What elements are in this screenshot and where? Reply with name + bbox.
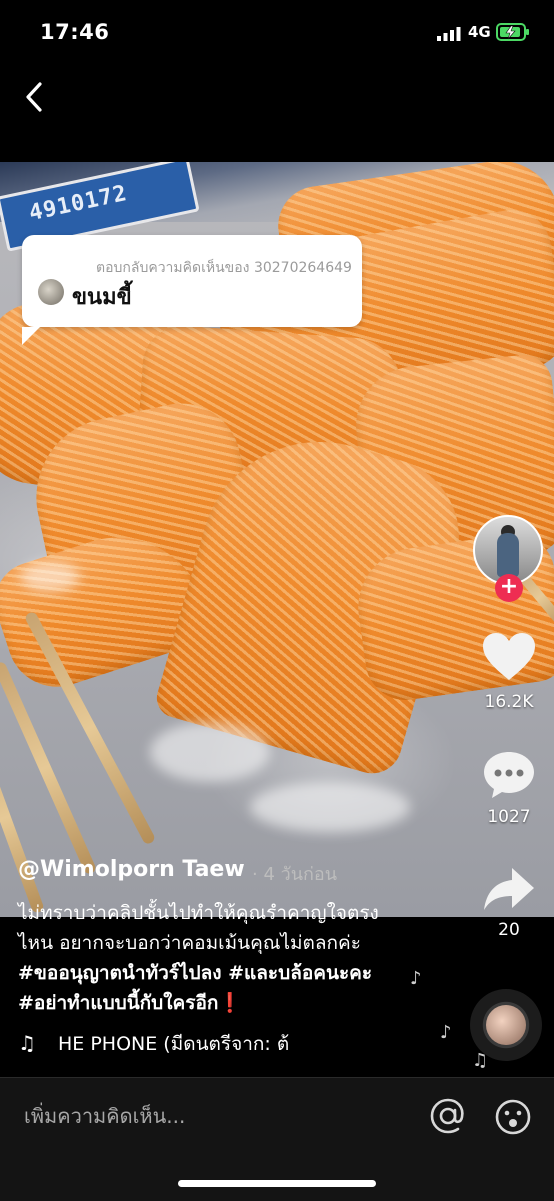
back-button[interactable] [20,80,50,114]
emoji-icon[interactable] [494,1098,532,1136]
home-indicator [178,1180,376,1187]
reply-comment-bubble[interactable]: ตอบกลับความคิดเห็นของ 30270264649 ขนมขี้ [22,235,362,345]
music-disc[interactable] [470,989,542,1061]
commenter-avatar [38,279,64,305]
status-bar: 17:46 4G [0,0,554,64]
floating-note-icon: ♪ [440,1022,452,1043]
comment-count: 1027 [487,807,531,827]
comment-input[interactable]: เพิ่มความคิดเห็น... [24,1100,185,1132]
mention-icon[interactable] [430,1098,466,1134]
network-type: 4G [468,23,491,41]
music-note-icon: ♫ [18,1031,36,1055]
caption-hashtags[interactable]: #ขออนุญาตนำทัวร์ไปลง #และบล้อคนะคะ [18,958,438,988]
cellular-signal-icon [437,27,461,41]
status-time: 17:46 [40,20,110,44]
post-username[interactable]: @Wimolporn Taew [18,857,245,882]
caption-hashtags[interactable]: #อย่าทำแบบนี้กับใครอีก❗️ [18,988,438,1018]
glare [150,722,270,782]
share-count: 20 [498,920,520,940]
caption-line: ไม่ทราบว่าคลิปชั้นไปทำให้คุณรำคาญใจตรง [18,902,379,924]
comment-icon[interactable] [482,750,536,800]
follow-button[interactable]: + [495,574,523,602]
battery-charging-icon [496,23,529,41]
share-icon[interactable] [482,866,536,912]
post-time-ago: · 4 วันก่อน [252,864,338,885]
music-track[interactable]: ♫ HE PHONE (มีดนตรีจาก: ต้ [18,1029,289,1059]
reply-text: ขนมขี้ [72,285,132,310]
like-count: 16.2K [484,692,534,712]
post-caption: ไม่ทราบว่าคลิปชั้นไปทำให้คุณรำคาญใจตรง ไ… [18,898,438,1018]
heart-icon[interactable] [482,632,536,682]
floating-note-icon: ♪ [410,968,422,989]
glare [20,562,80,592]
caption-line: ไหน อยากจะบอกว่าคอมเม้นคุณไม่ตลกค่ะ [18,932,361,954]
glare [250,782,410,832]
music-title: HE PHONE (มีดนตรีจาก: ต้ [58,1033,290,1055]
reply-header: ตอบกลับความคิดเห็นของ 30270264649 [96,260,352,276]
